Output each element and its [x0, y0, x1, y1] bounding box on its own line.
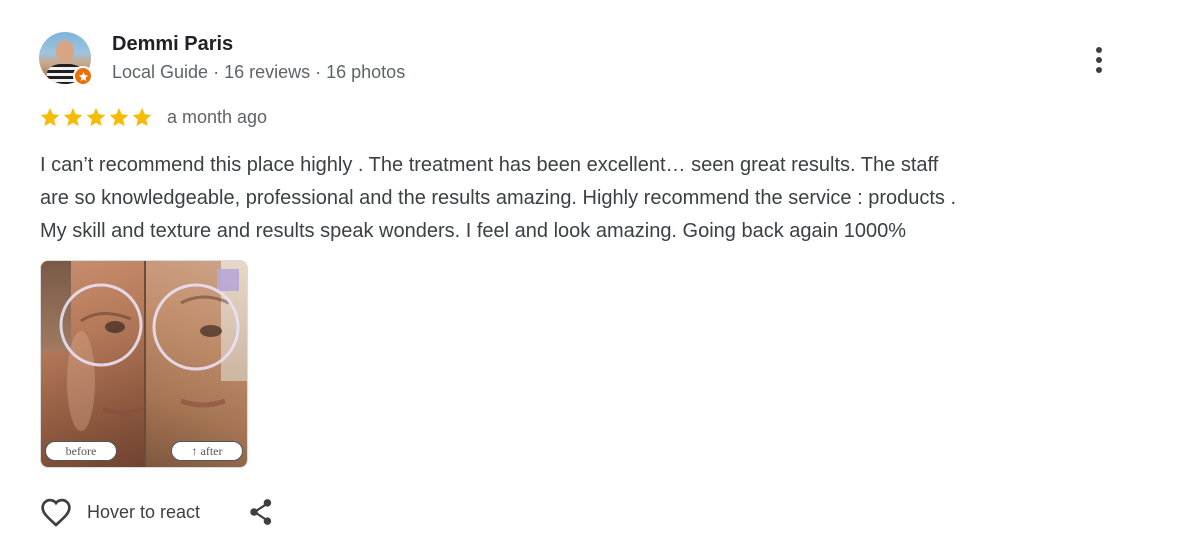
react-button[interactable]: Hover to react — [39, 497, 200, 527]
star-rating — [39, 106, 153, 128]
star-small-icon — [78, 71, 88, 81]
star-icon — [109, 107, 129, 127]
star-icon — [86, 107, 106, 127]
reviewer-avatar[interactable] — [39, 32, 93, 86]
share-icon — [250, 499, 272, 525]
rating-row: a month ago — [39, 104, 267, 130]
star-icon — [40, 107, 60, 127]
share-button[interactable] — [248, 497, 274, 527]
avatar-head — [56, 40, 74, 62]
face-highlight-overlay — [59, 283, 240, 431]
reviewer-meta: Local Guide · 16 reviews · 16 photos — [112, 62, 405, 83]
meta-separator: · — [310, 62, 327, 82]
after-label: ↑ after — [171, 441, 243, 461]
review-count: 16 reviews — [224, 62, 311, 82]
review-text-line: are so knowledgeable, professional and t… — [40, 187, 957, 209]
star-icon — [63, 107, 83, 127]
before-label: before — [45, 441, 117, 461]
local-guide-badge-icon — [73, 66, 93, 86]
review-time: a month ago — [167, 106, 268, 127]
reviewer-name[interactable]: Demmi Paris — [112, 33, 233, 56]
review-text-line: My skill and texture and results speak w… — [40, 220, 907, 242]
local-guide-label: Local Guide — [112, 62, 209, 82]
heart-outline-icon — [41, 498, 71, 527]
review-text: I can’t recommend this place highly . Th… — [40, 149, 1130, 248]
meta-separator: · — [208, 62, 225, 82]
photo-count: 16 photos — [326, 62, 406, 82]
review-photo[interactable]: before ↑ after — [40, 260, 248, 468]
review-actions: Hover to react — [39, 493, 274, 531]
review-text-line: I can’t recommend this place highly . Th… — [40, 154, 939, 176]
react-label: Hover to react — [87, 501, 201, 522]
more-vert-icon — [1096, 47, 1102, 73]
star-icon — [132, 107, 152, 127]
more-options-button[interactable] — [1084, 42, 1114, 78]
